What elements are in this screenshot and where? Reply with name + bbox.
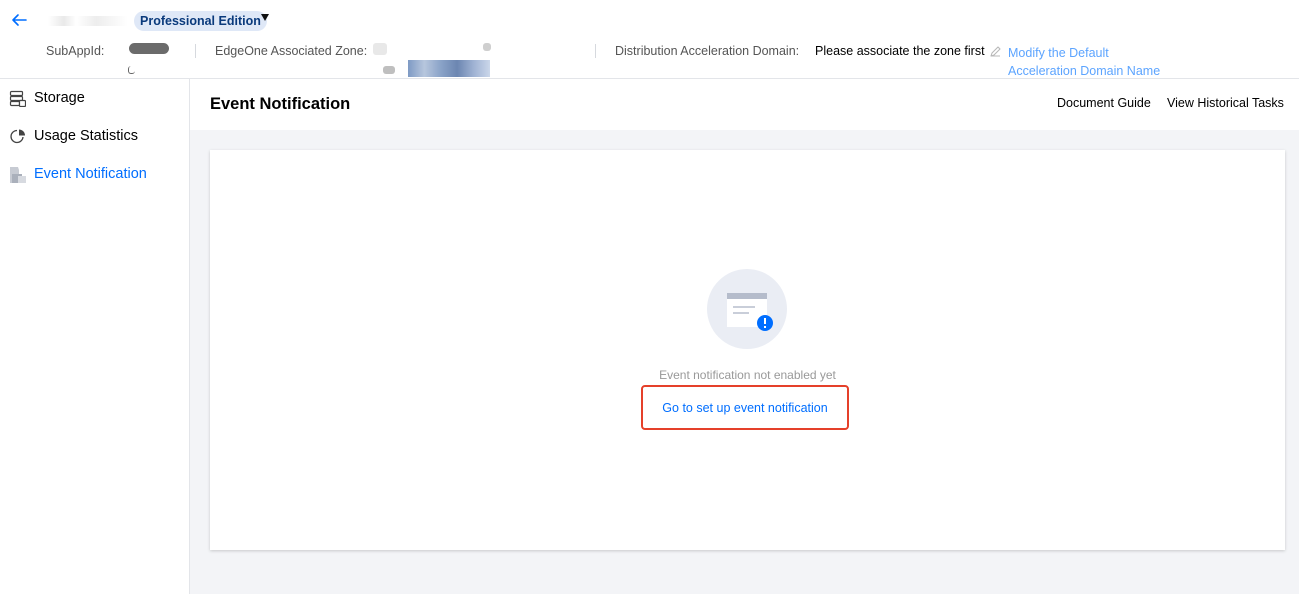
zone-redaction-d bbox=[408, 60, 490, 77]
sidebar-item-usage-statistics[interactable]: Usage Statistics bbox=[0, 118, 189, 154]
sidebar-item-label: Event Notification bbox=[34, 166, 147, 182]
zone-redaction-a bbox=[373, 43, 387, 55]
empty-notification-illustration bbox=[707, 269, 787, 349]
pencil-icon[interactable] bbox=[989, 45, 1002, 58]
app-name-redaction bbox=[48, 16, 128, 26]
event-notification-icon bbox=[10, 167, 26, 183]
view-historical-tasks-link[interactable]: View Historical Tasks bbox=[1167, 96, 1284, 110]
page-title: Event Notification bbox=[210, 95, 351, 113]
setup-event-notification-link[interactable]: Go to set up event notification bbox=[643, 401, 847, 415]
notification-alert-icon bbox=[727, 293, 773, 331]
app-name bbox=[48, 13, 128, 29]
header-divider bbox=[195, 44, 196, 58]
header-divider bbox=[595, 44, 596, 58]
sidebar-item-label: Storage bbox=[34, 90, 85, 106]
zone-redaction-b bbox=[483, 43, 491, 51]
empty-state-card: Event notification not enabled yet Go to… bbox=[210, 150, 1285, 550]
subappid-redaction bbox=[129, 43, 169, 54]
edition-badge: Professional Edition bbox=[134, 11, 267, 31]
sidebar: Storage Usage Statistics Event Notificat… bbox=[0, 79, 190, 594]
page-header: Event Notification Document Guide View H… bbox=[190, 79, 1299, 130]
empty-state-message: Event notification not enabled yet bbox=[659, 368, 836, 382]
sidebar-item-event-notification[interactable]: Event Notification bbox=[0, 156, 189, 192]
sidebar-item-storage[interactable]: Storage bbox=[0, 80, 189, 116]
sidebar-item-label: Usage Statistics bbox=[34, 128, 138, 144]
modify-domain-link-text[interactable]: Modify the Default Acceleration Domain N… bbox=[1008, 44, 1180, 80]
storage-icon bbox=[9, 90, 26, 107]
zone-redaction-c bbox=[383, 66, 395, 74]
subappid-label: SubAppId: bbox=[46, 44, 105, 58]
edition-dropdown-caret-icon[interactable] bbox=[261, 14, 269, 21]
back-arrow-icon[interactable] bbox=[10, 11, 28, 29]
domain-label: Distribution Acceleration Domain: bbox=[615, 44, 800, 58]
modify-domain-link[interactable]: Modify the Default Acceleration Domain N… bbox=[1008, 44, 1188, 80]
highlight-box: Go to set up event notification bbox=[641, 385, 849, 430]
pie-chart-icon bbox=[10, 129, 25, 144]
copy-icon[interactable] bbox=[128, 66, 135, 74]
domain-value: Please associate the zone first bbox=[815, 44, 985, 58]
zone-label: EdgeOne Associated Zone: bbox=[215, 44, 368, 58]
document-guide-link[interactable]: Document Guide bbox=[1057, 96, 1151, 110]
top-header: Professional Edition SubAppId: EdgeOne A… bbox=[0, 0, 1299, 79]
main-content: Event Notification Document Guide View H… bbox=[190, 79, 1299, 594]
